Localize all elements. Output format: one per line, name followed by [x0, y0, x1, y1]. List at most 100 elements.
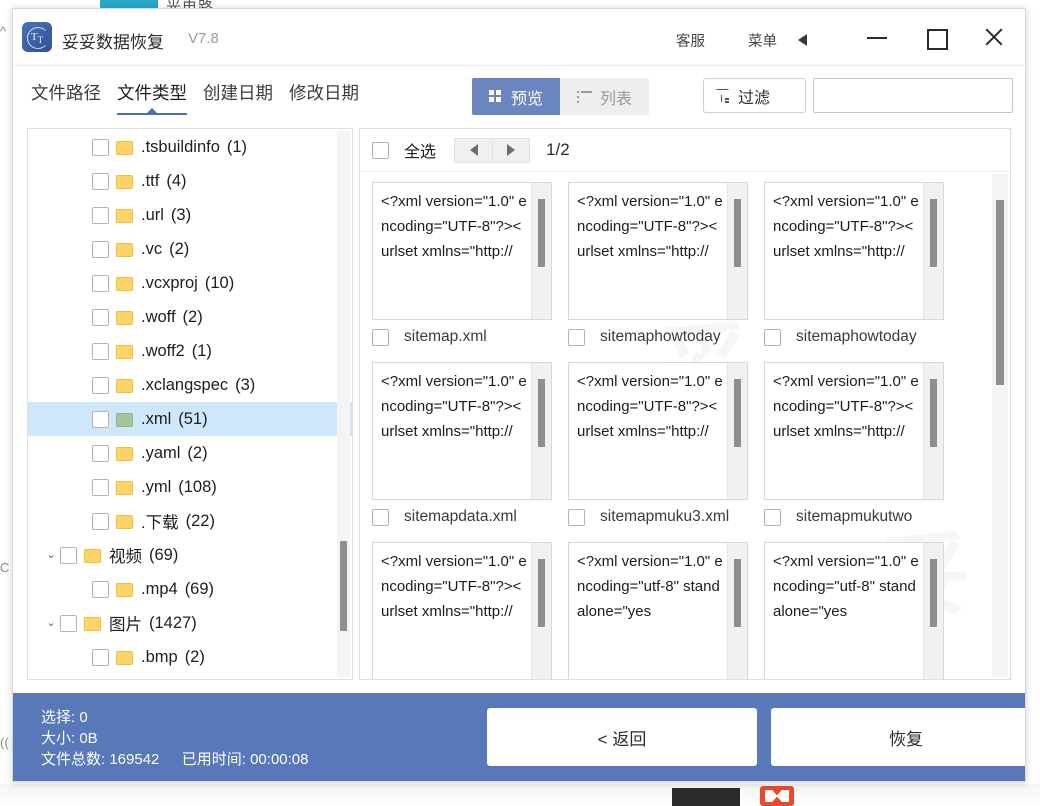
thumbnail-scrollbar-thumb[interactable] [930, 199, 937, 267]
thumbnail-checkbox[interactable] [372, 328, 389, 346]
tree-item-ttf[interactable]: .ttf (4) [28, 164, 352, 198]
preview-scrollbar-thumb[interactable] [996, 200, 1004, 385]
tree-item-xml[interactable]: .xml (51) [28, 402, 352, 436]
tree-item-checkbox[interactable] [92, 274, 109, 292]
tree-item-vc[interactable]: .vc (2) [28, 232, 352, 266]
search-input[interactable] [814, 79, 1025, 112]
thumbnail-preview[interactable]: <?xml version="1.0" encoding="UTF-8"?><u… [568, 182, 748, 320]
tree-item-checkbox[interactable] [92, 240, 109, 258]
tree-item-checkbox[interactable] [92, 138, 109, 156]
tree-item-checkbox[interactable] [92, 478, 109, 496]
thumbnail-card[interactable]: <?xml version="1.0" encoding="UTF-8"?><u… [568, 362, 748, 528]
tree-item-checkbox[interactable] [92, 172, 109, 190]
thumbnail-preview[interactable]: <?xml version="1.0" encoding="UTF-8"?><u… [372, 362, 552, 500]
tree-item-bmp[interactable]: .bmp (2) [28, 640, 352, 674]
tree-item-checkbox[interactable] [92, 308, 109, 326]
thumbnail-scrollbar-thumb[interactable] [930, 379, 937, 447]
thumbnail-card[interactable]: <?xml version="1.0" encoding="utf-8" sta… [764, 542, 944, 679]
thumbnail-scrollbar[interactable] [531, 543, 551, 679]
thumbnail-card[interactable]: <?xml version="1.0" encoding="UTF-8"?><u… [764, 362, 944, 528]
thumbnail-preview[interactable]: <?xml version="1.0" encoding="UTF-8"?><u… [372, 542, 552, 679]
thumbnail-checkbox[interactable] [764, 328, 781, 346]
thumbnail-preview[interactable]: <?xml version="1.0" encoding="utf-8" sta… [568, 542, 748, 679]
thumbnail-checkbox[interactable] [764, 508, 781, 526]
tree-item-视频[interactable]: ⌄ 视频 (69) [28, 538, 352, 572]
tree-item-woff2[interactable]: .woff2 (1) [28, 334, 352, 368]
tree-item-checkbox[interactable] [92, 342, 109, 360]
thumbnail-card[interactable]: <?xml version="1.0" encoding="UTF-8"?><u… [372, 182, 552, 348]
thumbnail-scrollbar-thumb[interactable] [734, 199, 741, 267]
thumbnail-preview[interactable]: <?xml version="1.0" encoding="UTF-8"?><u… [764, 362, 944, 500]
tree-item-下载[interactable]: .下载 (22) [28, 504, 352, 538]
thumbnail-card[interactable]: <?xml version="1.0" encoding="UTF-8"?><u… [568, 182, 748, 348]
prev-page-button[interactable] [454, 137, 493, 163]
thumbnail-scrollbar[interactable] [531, 183, 551, 319]
tree-item-woff[interactable]: .woff (2) [28, 300, 352, 334]
thumbnail-checkbox[interactable] [372, 508, 389, 526]
tab-file-path[interactable]: 文件路径 [23, 78, 109, 115]
recover-button[interactable]: 恢复 [771, 708, 1025, 766]
thumbnail-scrollbar-thumb[interactable] [538, 559, 545, 627]
tree-item-checkbox[interactable] [60, 546, 77, 564]
view-mode-list[interactable]: 列表 [560, 78, 650, 115]
thumbnail-scrollbar[interactable] [923, 543, 943, 679]
thumbnail-card[interactable]: <?xml version="1.0" encoding="utf-8" sta… [568, 542, 748, 679]
thumbnail-card[interactable]: <?xml version="1.0" encoding="UTF-8"?><u… [764, 182, 944, 348]
menu-button[interactable]: 菜单 [748, 30, 777, 51]
thumbnail-scrollbar[interactable] [727, 363, 747, 499]
tree-item-checkbox[interactable] [60, 614, 77, 632]
minimize-button[interactable] [855, 17, 899, 57]
tree-item-xclangspec[interactable]: .xclangspec (3) [28, 368, 352, 402]
thumbnail-scrollbar-thumb[interactable] [930, 559, 937, 627]
filter-button[interactable]: 过滤 [703, 78, 806, 113]
file-type-tree[interactable]: .tsbuildinfo (1) .ttf (4) .url (3) .vc (2) .vcxp… [28, 129, 352, 679]
tree-item-mp4[interactable]: .mp4 (69) [28, 572, 352, 606]
taskbar-item-dark[interactable] [672, 788, 740, 806]
select-all-control[interactable]: 全选 [372, 138, 436, 162]
tree-item-checkbox[interactable] [92, 376, 109, 394]
preview-scrollbar[interactable] [992, 174, 1008, 677]
chevron-down-icon[interactable]: ⌄ [42, 549, 60, 561]
customer-service-button[interactable]: 客服 [676, 30, 705, 51]
tree-item-url[interactable]: .url (3) [28, 198, 352, 232]
tree-scrollbar-thumb[interactable] [340, 541, 347, 631]
tree-item-checkbox[interactable] [92, 580, 109, 598]
tree-item-checkbox[interactable] [92, 512, 109, 530]
chevron-down-icon[interactable]: ⌄ [42, 617, 60, 629]
thumbnail-checkbox[interactable] [568, 508, 585, 526]
next-page-button[interactable] [492, 137, 531, 163]
select-all-checkbox[interactable] [372, 141, 389, 159]
tree-item-checkbox[interactable] [92, 410, 109, 428]
tree-item-yaml[interactable]: .yaml (2) [28, 436, 352, 470]
back-button[interactable]: < 返回 [487, 708, 757, 766]
maximize-button[interactable] [914, 17, 958, 57]
thumbnail-card[interactable]: <?xml version="1.0" encoding="UTF-8"?><u… [372, 362, 552, 528]
tree-item-yml[interactable]: .yml (108) [28, 470, 352, 504]
thumbnail-scrollbar-thumb[interactable] [538, 379, 545, 447]
tab-create-date[interactable]: 创建日期 [195, 78, 281, 115]
view-mode-preview[interactable]: 预览 [472, 78, 561, 115]
tab-file-type[interactable]: 文件类型 [109, 78, 195, 115]
tree-item-checkbox[interactable] [92, 648, 109, 666]
thumbnail-scrollbar-thumb[interactable] [734, 559, 741, 627]
thumbnail-scrollbar[interactable] [727, 183, 747, 319]
thumbnail-scrollbar-thumb[interactable] [734, 379, 741, 447]
thumbnail-scrollbar-thumb[interactable] [538, 199, 545, 267]
thumbnail-scrollbar[interactable] [727, 543, 747, 679]
thumbnail-scrollbar[interactable] [923, 183, 943, 319]
tree-item-checkbox[interactable] [92, 444, 109, 462]
tab-modify-date[interactable]: 修改日期 [281, 78, 367, 115]
menu-triangle-icon[interactable] [798, 34, 807, 46]
thumbnail-scrollbar[interactable] [531, 363, 551, 499]
tree-item-vcxproj[interactable]: .vcxproj (10) [28, 266, 352, 300]
taskbar-item-app-icon[interactable] [760, 786, 794, 806]
thumbnail-preview[interactable]: <?xml version="1.0" encoding="utf-8" sta… [764, 542, 944, 679]
thumbnail-card[interactable]: <?xml version="1.0" encoding="UTF-8"?><u… [372, 542, 552, 679]
tree-item-图片[interactable]: ⌄ 图片 (1427) [28, 606, 352, 640]
close-button[interactable] [972, 17, 1016, 57]
thumbnail-preview[interactable]: <?xml version="1.0" encoding="UTF-8"?><u… [372, 182, 552, 320]
tree-item-checkbox[interactable] [92, 206, 109, 224]
tree-scrollbar[interactable] [337, 131, 350, 677]
thumbnail-preview[interactable]: <?xml version="1.0" encoding="UTF-8"?><u… [764, 182, 944, 320]
thumbnail-preview[interactable]: <?xml version="1.0" encoding="UTF-8"?><u… [568, 362, 748, 500]
